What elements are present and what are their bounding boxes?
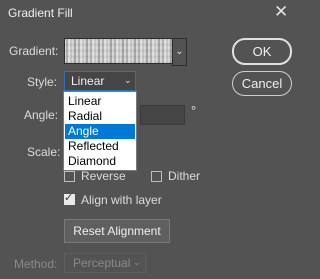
reset-alignment-button[interactable]: Reset Alignment — [64, 219, 170, 243]
reverse-checkbox[interactable] — [64, 171, 75, 182]
method-select-value: Perceptual — [73, 256, 131, 270]
dither-checkbox[interactable] — [151, 171, 162, 182]
method-select: Perceptual ⌄ — [64, 253, 146, 273]
close-icon[interactable]: ✕ — [274, 3, 288, 21]
checkmark-icon: ✓ — [64, 192, 74, 204]
style-select-value: Linear — [71, 74, 105, 88]
scale-label: Scale: — [27, 145, 61, 159]
dropdown-option-diamond[interactable]: Diamond — [65, 154, 135, 169]
chevron-down-icon: ⌄ — [124, 75, 132, 85]
dialog-title: Gradient Fill — [8, 6, 73, 20]
cancel-button[interactable]: Cancel — [232, 71, 292, 96]
dropdown-option-linear[interactable]: Linear — [65, 94, 135, 109]
degree-symbol: ° — [191, 103, 197, 118]
method-label: Method: — [14, 257, 58, 271]
style-label: Style: — [27, 75, 58, 89]
ok-button[interactable]: OK — [232, 38, 292, 65]
gradient-preview-swatch[interactable] — [64, 38, 173, 64]
style-select[interactable]: Linear ⌄ — [64, 71, 136, 91]
dropdown-option-radial[interactable]: Radial — [65, 109, 135, 124]
gradient-picker-chevron-icon[interactable]: ⌄ — [172, 38, 187, 66]
reverse-label: Reverse — [81, 169, 126, 183]
dither-label: Dither — [168, 169, 201, 183]
dropdown-option-reflected[interactable]: Reflected — [65, 139, 135, 154]
gradient-label: Gradient: — [9, 44, 59, 58]
chevron-down-icon: ⌄ — [133, 257, 141, 267]
align-with-layer-label: Align with layer — [81, 193, 162, 207]
angle-label: Angle: — [24, 108, 59, 122]
angle-input[interactable] — [140, 105, 185, 125]
dropdown-option-angle[interactable]: Angle — [65, 124, 135, 139]
style-dropdown-list[interactable]: Linear Radial Angle Reflected Diamond — [63, 91, 137, 171]
